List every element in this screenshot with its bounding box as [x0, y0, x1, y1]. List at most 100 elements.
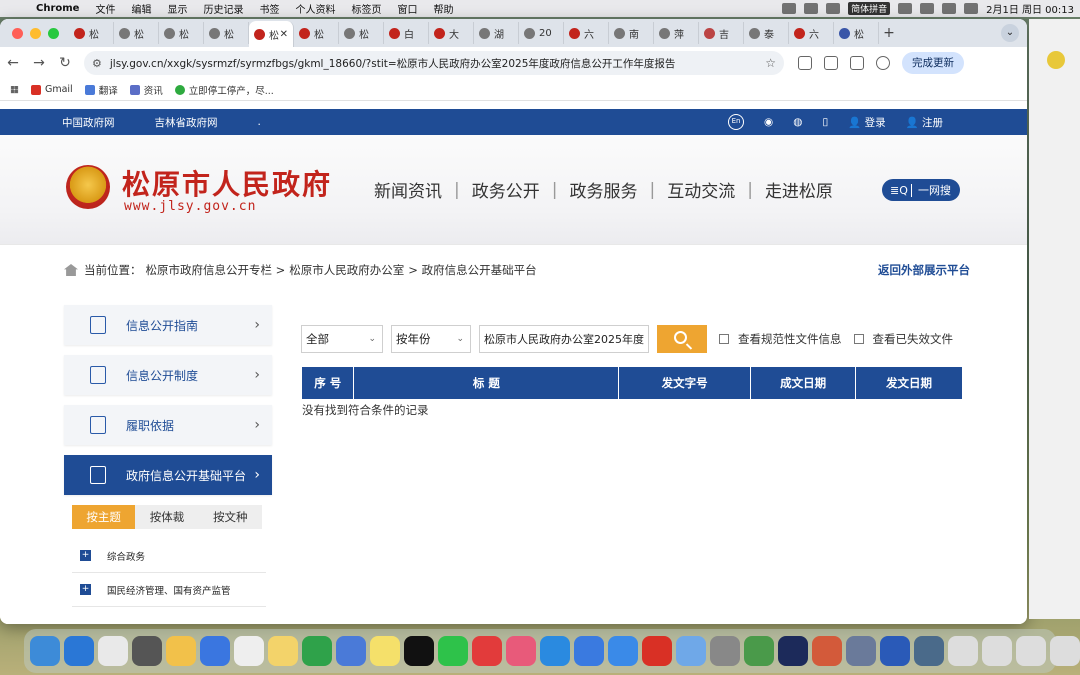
nav-services[interactable]: 政务服务 [569, 177, 637, 202]
nav-news[interactable]: 新闻资讯 [374, 177, 442, 202]
browser-tab[interactable]: 白 [384, 22, 429, 44]
search-icon[interactable] [942, 3, 957, 14]
side-item-guide[interactable]: 信息公开指南 › [64, 305, 272, 345]
wechat-icon[interactable]: ◍ [793, 116, 802, 128]
browser-tab[interactable]: 六 [564, 22, 609, 44]
register-link[interactable]: 👤 注册 [906, 115, 943, 130]
bookmark-article[interactable]: 立即停工停产，尽... [174, 83, 274, 97]
dock-keynote-icon[interactable] [336, 636, 366, 666]
site-title[interactable]: 松原市人民政府 [122, 163, 332, 203]
link-dot[interactable]: . [258, 116, 261, 128]
menu-window[interactable]: 窗口 [397, 1, 417, 16]
menu-view[interactable]: 显示 [167, 1, 187, 16]
keyword-input[interactable]: 松原市人民政府办公室2025年度 [479, 325, 649, 353]
nav-gov-affairs[interactable]: 政务公开 [472, 177, 540, 202]
extension-puzzle-icon[interactable] [824, 56, 838, 70]
bookmark-star-icon[interactable]: ☆ [765, 56, 776, 70]
profile-icon[interactable] [876, 56, 890, 70]
browser-tab[interactable]: 松 [834, 22, 879, 44]
tab-search-button[interactable]: ⌄ [1001, 24, 1019, 42]
browser-tab[interactable]: 六 [789, 22, 834, 44]
breadcrumb-item[interactable]: 松原市人民政府办公室 [289, 262, 404, 278]
browser-tab[interactable]: 吉 [699, 22, 744, 44]
dock-numbers-icon[interactable] [302, 636, 332, 666]
bookmark-news[interactable]: 资讯 [129, 83, 163, 97]
browser-tab[interactable]: 松 [294, 22, 339, 44]
close-tab-icon[interactable]: ✕ [280, 29, 288, 40]
nav-interaction[interactable]: 互动交流 [667, 177, 735, 202]
address-url[interactable]: jlsy.gov.cn/xxgk/sysrmzf/syrmzfbgs/gkml_… [110, 56, 676, 71]
download-icon[interactable] [850, 56, 864, 70]
dock-netease-music-icon[interactable] [472, 636, 502, 666]
dock-bilibili-icon[interactable] [506, 636, 536, 666]
dock-photoshop-icon[interactable] [778, 636, 808, 666]
dock-feishu-icon[interactable] [540, 636, 570, 666]
dock-finder-2-icon[interactable] [574, 636, 604, 666]
dock-launchpad-icon[interactable] [98, 636, 128, 666]
back-to-portal-link[interactable]: 返回外部展示平台 [878, 262, 970, 278]
zoom-window-button[interactable] [48, 27, 59, 39]
english-icon[interactable]: En [728, 114, 745, 130]
dock-safari-icon[interactable] [64, 636, 94, 666]
dock-file-icon[interactable] [982, 636, 1012, 666]
expand-icon[interactable]: + [80, 584, 91, 595]
one-search-button[interactable]: ≣Q 一网搜 [882, 179, 960, 201]
weibo-icon[interactable]: ◉ [764, 116, 773, 128]
mobile-icon[interactable]: ▯ [822, 116, 828, 128]
dock-stickies-icon[interactable] [370, 636, 400, 666]
apps-grid-icon[interactable]: ▦ [10, 84, 19, 95]
browser-tab[interactable]: 松 ✕ [249, 21, 294, 47]
control-center-icon[interactable] [964, 3, 979, 14]
dock-qq-icon[interactable] [404, 636, 434, 666]
bookmark-translate[interactable]: 翻译 [84, 83, 118, 97]
list-item[interactable]: + 国民经济管理、国有资产监管 [72, 573, 266, 607]
browser-tab[interactable]: 松 [69, 22, 114, 44]
normative-docs-checkbox[interactable]: 查看规范性文件信息 [719, 331, 842, 347]
menu-app-name[interactable]: Chrome [36, 3, 79, 14]
breadcrumb-item[interactable]: > 政府信息公开基础平台 [408, 262, 536, 278]
wps-icon[interactable] [782, 3, 797, 14]
browser-tab[interactable]: 南 [609, 22, 654, 44]
dock-trash-icon[interactable] [1050, 636, 1080, 666]
new-tab-button[interactable]: + [879, 25, 899, 41]
browser-tab[interactable]: 泰 [744, 22, 789, 44]
back-button[interactable]: ← [0, 55, 26, 71]
extension-icon[interactable] [798, 56, 812, 70]
forward-button[interactable]: → [26, 55, 52, 71]
wechat-icon[interactable] [804, 3, 819, 14]
wifi-icon[interactable] [920, 3, 935, 14]
menu-clock[interactable]: 2月1日 周日 00:13 [986, 1, 1074, 16]
dock-screenshot-icon[interactable] [846, 636, 876, 666]
tab-by-doctype[interactable]: 按文种 [199, 505, 262, 529]
dock-finder-icon[interactable] [30, 636, 60, 666]
browser-tab[interactable]: 20 [519, 22, 564, 44]
update-button[interactable]: 完成更新 [902, 52, 964, 74]
dock-calculator-icon[interactable] [710, 636, 740, 666]
side-item-platform[interactable]: 政府信息公开基础平台 › [64, 455, 272, 495]
menu-bookmarks[interactable]: 书签 [259, 1, 279, 16]
menu-profile[interactable]: 个人资料 [295, 1, 335, 16]
breadcrumb-item[interactable]: 松原市政府信息公开专栏 > [146, 262, 286, 278]
browser-tab[interactable]: 松 [114, 22, 159, 44]
checkbox-box[interactable] [719, 334, 729, 344]
tab-by-genre[interactable]: 按体裁 [135, 505, 198, 529]
dock-freeform-icon[interactable] [200, 636, 230, 666]
scope-select[interactable]: 全部 ⌄ [301, 325, 383, 353]
menu-help[interactable]: 帮助 [433, 1, 453, 16]
side-item-duties[interactable]: 履职依据 › [64, 405, 272, 445]
dock-app-icon[interactable] [914, 636, 944, 666]
browser-tab[interactable]: 萍 [654, 22, 699, 44]
bookmark-gmail[interactable]: Gmail [30, 84, 73, 95]
site-info-icon[interactable]: ⚙ [92, 57, 102, 70]
dock-wechat-icon[interactable] [438, 636, 468, 666]
tab-by-topic[interactable]: 按主题 [72, 505, 136, 529]
browser-tab[interactable]: 松 [339, 22, 384, 44]
browser-tab[interactable]: 大 [429, 22, 474, 44]
nav-about[interactable]: 走进松原 [765, 177, 833, 202]
bluetooth-icon[interactable] [898, 3, 913, 14]
minimize-window-button[interactable] [30, 27, 41, 39]
browser-tab[interactable]: 湖 [474, 22, 519, 44]
input-method[interactable]: 简体拼音 [848, 2, 891, 15]
dock-baidu-netdisk-icon[interactable] [676, 636, 706, 666]
close-window-button[interactable] [12, 27, 23, 39]
